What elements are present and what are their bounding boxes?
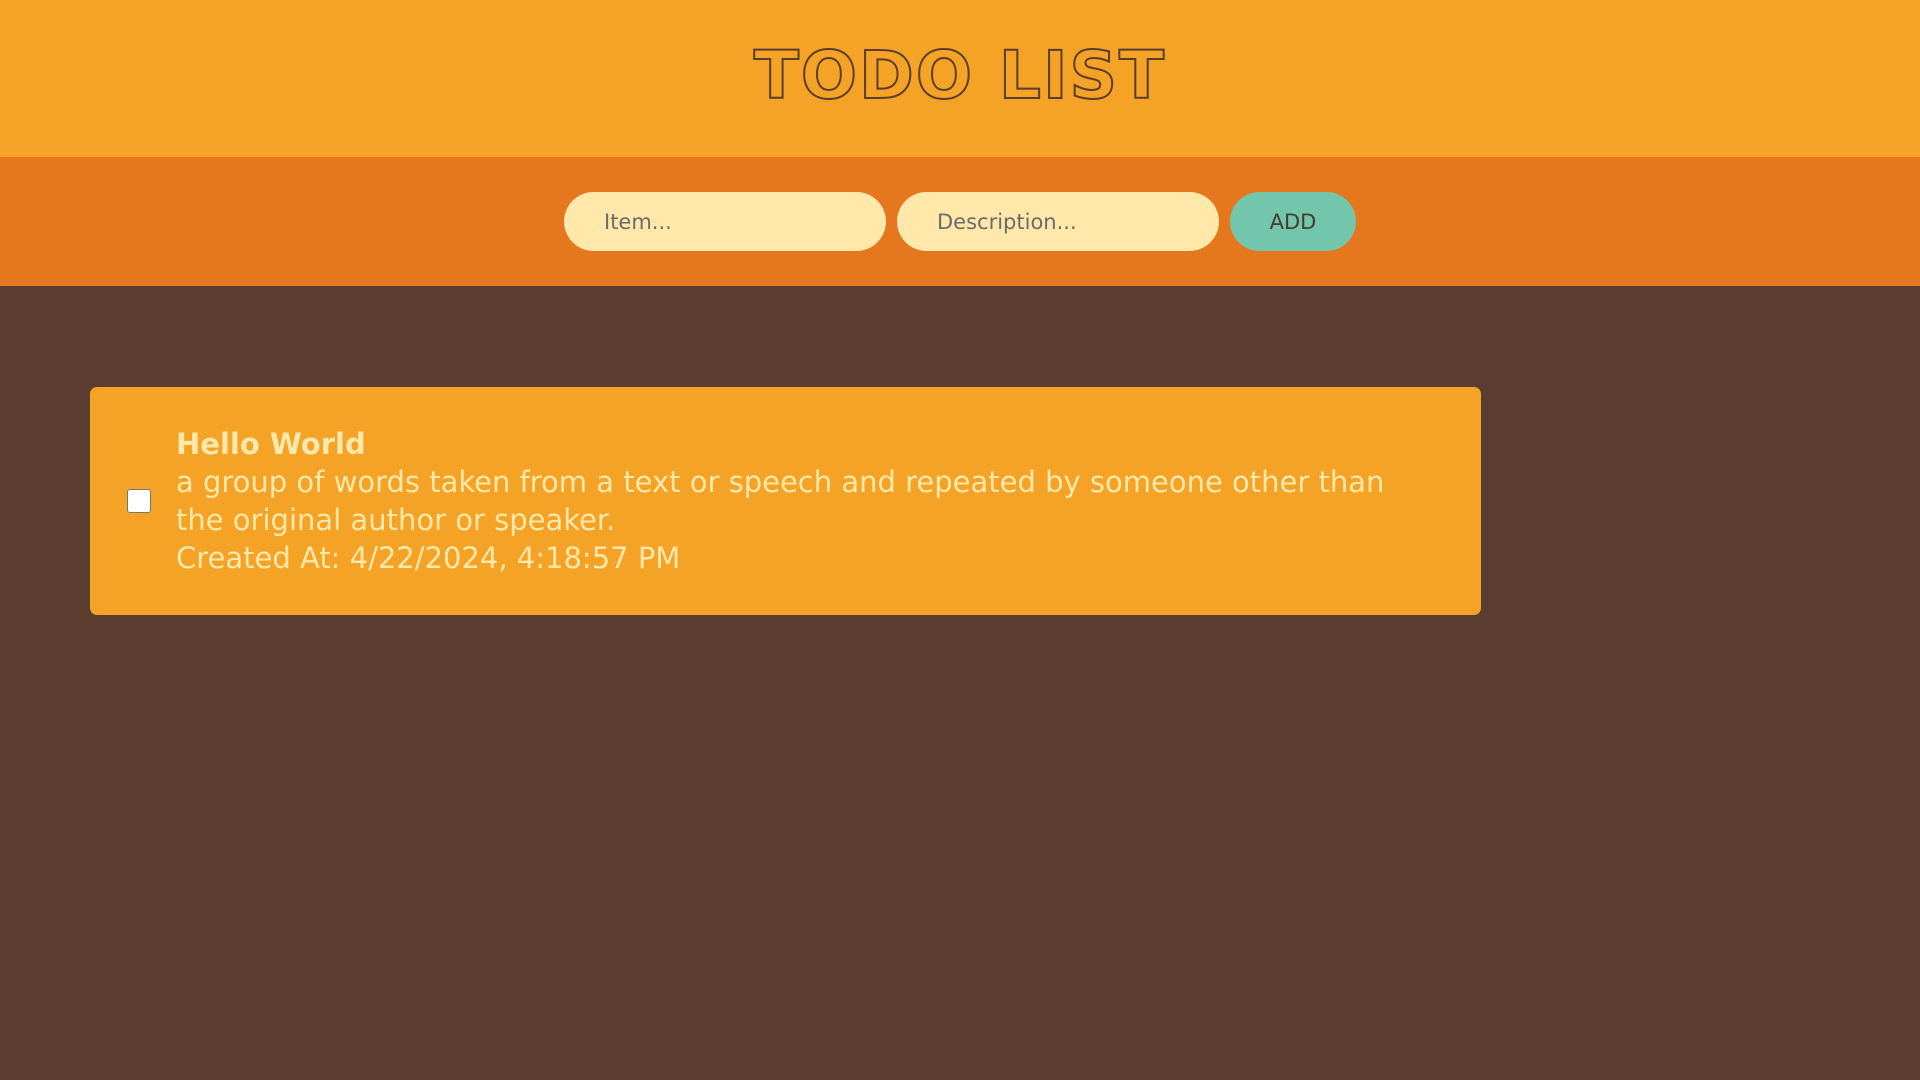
app-header: TODO LIST xyxy=(0,0,1920,157)
todo-checkbox[interactable] xyxy=(127,489,151,513)
todo-description: a group of words taken from a text or sp… xyxy=(176,465,1385,537)
item-input[interactable] xyxy=(564,192,886,251)
todo-created-at: Created At: 4/22/2024, 4:18:57 PM xyxy=(176,541,681,575)
add-todo-form: ADD xyxy=(0,157,1920,286)
todo-title: Hello World xyxy=(176,427,366,461)
description-input[interactable] xyxy=(897,192,1219,251)
todo-content: Hello World a group of words taken from … xyxy=(176,425,1431,577)
todo-item: Hello World a group of words taken from … xyxy=(90,387,1481,615)
todo-list: Hello World a group of words taken from … xyxy=(90,387,1481,615)
page-title: TODO LIST xyxy=(753,36,1167,115)
add-button[interactable]: ADD xyxy=(1230,192,1356,251)
